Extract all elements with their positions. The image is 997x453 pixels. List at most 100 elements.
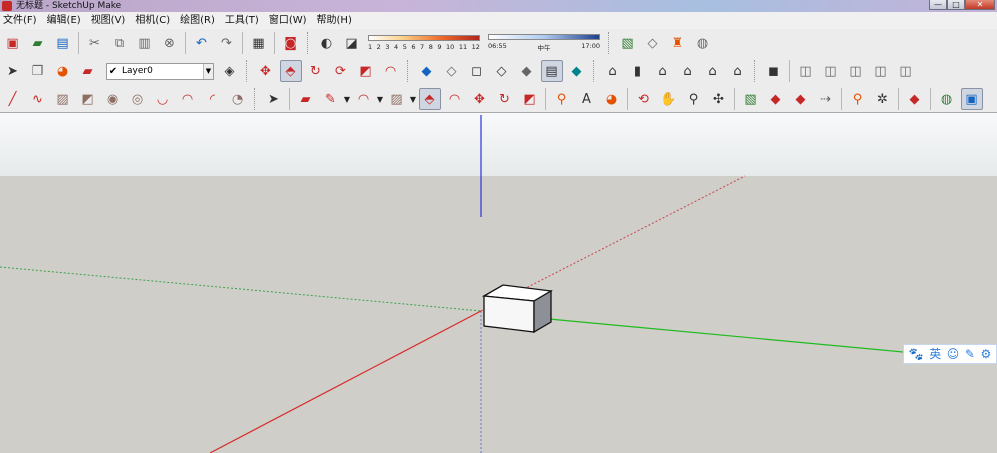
tool-dropdown-arrow[interactable]: ▼ <box>343 95 351 104</box>
subtract-icon[interactable]: ◫ <box>820 60 842 82</box>
new-model-icon[interactable]: ▣ <box>2 32 24 54</box>
line-tool-icon[interactable]: ╱ <box>2 88 24 110</box>
arc-tool-icon[interactable]: ◡ <box>152 88 174 110</box>
save-icon[interactable]: ▤ <box>52 32 74 54</box>
three-point-arc-icon[interactable]: ◜ <box>202 88 224 110</box>
rotate-tool-icon[interactable]: ↻ <box>494 88 516 110</box>
union-icon[interactable]: ◫ <box>795 60 817 82</box>
tape-measure-icon[interactable]: ⚲ <box>551 88 573 110</box>
outer-shell-icon[interactable]: ◼ <box>763 60 785 82</box>
date-slider[interactable]: 1 2 3 4 5 6 7 8 9 10 11 12 <box>368 31 480 55</box>
polygon-tool-icon[interactable]: ◎ <box>127 88 149 110</box>
shaded-style-icon[interactable]: ◆ <box>516 60 538 82</box>
push-pull-tool-icon[interactable]: ⬘ <box>418 88 441 110</box>
scale-icon[interactable]: ◩ <box>355 60 377 82</box>
minimize-button[interactable]: — <box>929 0 947 10</box>
arc-dropdown-icon[interactable]: ◠ <box>353 88 375 110</box>
undo-icon[interactable]: ↶ <box>191 32 213 54</box>
share-model-icon[interactable]: ◆ <box>765 88 787 110</box>
3d-viewport[interactable] <box>0 113 997 453</box>
monochrome-style-icon[interactable]: ◆ <box>566 60 588 82</box>
eraser-icon[interactable]: ▰ <box>77 60 99 82</box>
time-slider-track[interactable] <box>488 34 600 40</box>
handwrite-icon[interactable]: ✎ <box>965 348 975 360</box>
right-view-icon[interactable]: ⌂ <box>677 60 699 82</box>
paint-tool-icon[interactable]: ◕ <box>601 88 623 110</box>
move-tool-icon[interactable]: ✥ <box>469 88 491 110</box>
eraser-tool-icon[interactable]: ▰ <box>295 88 317 110</box>
paint-bucket-icon[interactable]: ◕ <box>52 60 74 82</box>
top-view-icon[interactable]: ▮ <box>627 60 649 82</box>
toolbar-grip[interactable] <box>246 60 250 82</box>
select-icon[interactable]: ➤ <box>2 60 24 82</box>
zoom-extents-icon[interactable]: ✣ <box>708 88 730 110</box>
paste-icon[interactable]: ▥ <box>134 32 156 54</box>
tool-dropdown-arrow[interactable]: ▼ <box>409 95 417 104</box>
make-component-icon[interactable]: ❒ <box>27 60 49 82</box>
intersect-icon[interactable]: ◫ <box>845 60 867 82</box>
position-camera-icon[interactable]: ▣ <box>960 88 983 110</box>
move-icon[interactable]: ✥ <box>255 60 277 82</box>
split-icon[interactable]: ◫ <box>895 60 917 82</box>
maximize-button[interactable]: □ <box>947 0 965 10</box>
toolbar-grip[interactable] <box>593 60 597 82</box>
toolbar-grip[interactable] <box>307 32 311 54</box>
iso-view-icon[interactable]: ⌂ <box>602 60 624 82</box>
ime-language-toggle[interactable]: 英 <box>929 348 941 360</box>
copy-icon[interactable]: ⧉ <box>109 32 131 54</box>
toolbar-grip[interactable] <box>754 60 758 82</box>
toolbar-grip[interactable] <box>407 60 411 82</box>
left-view-icon[interactable]: ⌂ <box>727 60 749 82</box>
preview-google-earth-icon[interactable]: ◍ <box>692 32 714 54</box>
paw-icon[interactable]: 🐾 <box>909 348 924 360</box>
redo-icon[interactable]: ↷ <box>216 32 238 54</box>
two-point-arc-icon[interactable]: ◠ <box>177 88 199 110</box>
layer-dropdown[interactable]: ✔ Layer0 ▼ <box>106 62 214 80</box>
print-icon[interactable]: ▦ <box>248 32 270 54</box>
select-tool-icon[interactable]: ➤ <box>263 88 285 110</box>
menu-help[interactable]: 帮助(H) <box>317 12 352 29</box>
shaded-textures-style-icon[interactable]: ▤ <box>540 60 563 82</box>
add-location-icon[interactable]: ▧ <box>617 32 639 54</box>
time-slider[interactable]: 06:55 中午 17:00 <box>488 31 600 55</box>
freehand-tool-icon[interactable]: ∿ <box>27 88 49 110</box>
extension-warehouse-icon[interactable]: ⇢ <box>815 88 837 110</box>
close-button[interactable]: ✕ <box>965 0 995 10</box>
toolbar-grip[interactable] <box>254 88 258 110</box>
axes-tool-icon[interactable]: ✲ <box>872 88 894 110</box>
scale-tool-icon[interactable]: ◩ <box>519 88 541 110</box>
model-scene[interactable] <box>0 113 997 453</box>
box-front-face[interactable] <box>483 295 535 333</box>
back-view-icon[interactable]: ⌂ <box>702 60 724 82</box>
pie-tool-icon[interactable]: ◔ <box>227 88 249 110</box>
section-plane-icon[interactable]: ◆ <box>904 88 926 110</box>
rectangle-tool-icon[interactable]: ▨ <box>52 88 74 110</box>
xray-style-icon[interactable]: ◆ <box>416 60 438 82</box>
open-folder-icon[interactable]: ▰ <box>27 32 49 54</box>
text-tool-icon[interactable]: A <box>576 88 598 110</box>
ime-settings-icon[interactable]: ⚙ <box>980 348 991 360</box>
menu-edit[interactable]: 编辑(E) <box>47 12 81 29</box>
menu-view[interactable]: 视图(V) <box>91 12 126 29</box>
erase-icon[interactable]: ⊗ <box>159 32 181 54</box>
components-icon[interactable]: ◆ <box>790 88 812 110</box>
trim-icon[interactable]: ◫ <box>870 60 892 82</box>
offset-icon[interactable]: ◠ <box>380 60 402 82</box>
walk-icon[interactable]: ◍ <box>936 88 958 110</box>
hidden-line-style-icon[interactable]: ◇ <box>491 60 513 82</box>
display-shadows-icon[interactable]: ◪ <box>341 32 363 54</box>
chevron-down-icon[interactable]: ▼ <box>203 63 213 79</box>
pencil-tool-icon[interactable]: ✎ <box>320 88 342 110</box>
dimension-tool-icon[interactable]: ⚲ <box>847 88 869 110</box>
rotate-icon[interactable]: ↻ <box>305 60 327 82</box>
tool-dropdown-arrow[interactable]: ▼ <box>376 95 384 104</box>
date-slider-track[interactable] <box>368 35 480 41</box>
follow-me-icon[interactable]: ⟳ <box>330 60 352 82</box>
menu-window[interactable]: 窗口(W) <box>269 12 307 29</box>
menu-draw[interactable]: 绘图(R) <box>180 12 215 29</box>
cut-icon[interactable]: ✂ <box>84 32 106 54</box>
pan-icon[interactable]: ✋ <box>658 88 680 110</box>
menu-camera[interactable]: 相机(C) <box>135 12 170 29</box>
photo-textures-icon[interactable]: ♜ <box>667 32 689 54</box>
offset-tool-icon[interactable]: ◠ <box>444 88 466 110</box>
